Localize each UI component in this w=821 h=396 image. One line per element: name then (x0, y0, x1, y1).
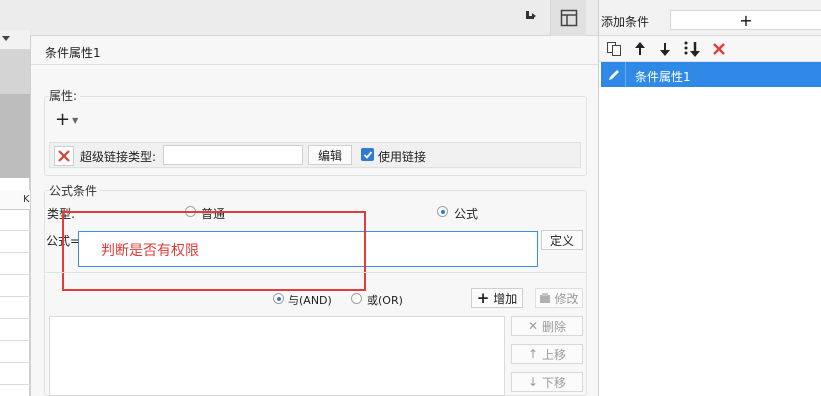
use-link-label: 使用链接 (378, 150, 427, 164)
condition-property-dialog: 条件属性1 属性: + ▼ 超级链接类型: 编辑 使用链接 公式条件 类型: 普… (30, 36, 599, 396)
move-down-tool[interactable] (656, 40, 674, 58)
plus-icon: + (476, 289, 490, 307)
type-formula-label: 公式 (454, 207, 479, 221)
move-up-tool[interactable] (631, 40, 649, 58)
add-condition-button[interactable]: + 增加 (471, 288, 523, 308)
sort-icon (684, 41, 700, 57)
grid-line (0, 362, 30, 363)
modify-condition-label: 修改 (554, 291, 579, 306)
panel-toolbar (599, 36, 821, 62)
title-divider (31, 64, 599, 65)
define-button[interactable]: 定义 (541, 230, 583, 250)
delete-icon: ✕ (527, 319, 539, 333)
dropdown-arrow-icon[interactable] (2, 36, 10, 41)
move-down-button[interactable]: ↓ 下移 (511, 372, 583, 392)
add-condition-field[interactable]: + (670, 10, 821, 30)
delete-condition-label: 删除 (542, 319, 567, 334)
resize-grip-icon[interactable] (524, 9, 538, 23)
checkmark-icon (363, 150, 372, 159)
top-toolbar (0, 0, 598, 36)
grid-line (0, 318, 30, 319)
delete-icon (713, 43, 725, 55)
logic-or-radio[interactable] (351, 293, 362, 304)
grid-line (0, 340, 30, 341)
item-divider (625, 62, 626, 87)
plus-icon: + (55, 109, 71, 130)
grid-line (0, 230, 30, 231)
move-down-label: 下移 (542, 375, 567, 390)
layout-toggle-button[interactable] (550, 0, 586, 36)
grid-line (0, 274, 30, 275)
sheet-ruler-top (0, 50, 30, 94)
dialog-title: 条件属性1 (45, 46, 101, 60)
grid-line (0, 252, 30, 253)
highlight-annotation (62, 211, 366, 291)
attributes-label: 属性: (49, 87, 81, 104)
add-condition-label: 增加 (493, 291, 518, 306)
group-separator (44, 272, 587, 273)
delete-tool[interactable] (710, 40, 728, 58)
arrow-down-icon (660, 43, 670, 56)
use-link-checkbox[interactable] (361, 148, 374, 161)
panel-title: 添加条件 (601, 15, 650, 29)
move-up-button[interactable]: ↑ 上移 (511, 344, 583, 364)
grid-line (0, 296, 30, 297)
logic-or-label: 或(OR) (367, 294, 403, 307)
hyperlink-row: 超级链接类型: 编辑 使用链接 (49, 142, 581, 168)
condition-list-item[interactable]: 条件属性1 (601, 62, 821, 87)
remove-attribute-button[interactable] (54, 146, 74, 166)
column-header: K (0, 190, 30, 210)
arrow-up-icon: ↑ (527, 347, 539, 361)
sheet-header (0, 30, 30, 50)
conditions-panel: 添加条件 + 条件属性1 (598, 0, 821, 396)
copy-button[interactable] (605, 40, 623, 58)
grid-line (0, 384, 30, 385)
condition-item-label: 条件属性1 (635, 70, 691, 84)
conditions-list[interactable] (49, 316, 505, 396)
move-up-label: 上移 (542, 347, 567, 362)
column-header-label: K (23, 194, 30, 205)
add-attribute-button[interactable]: + ▼ (55, 110, 85, 130)
hyperlink-type-label: 超级链接类型: (80, 150, 157, 164)
edit-button[interactable]: 编辑 (308, 145, 352, 165)
logic-and-label: 与(AND) (288, 294, 332, 307)
chevron-down-icon: ▼ (72, 115, 79, 125)
sort-tool[interactable] (683, 40, 701, 58)
red-x-icon (58, 150, 70, 162)
logic-and-radio[interactable] (273, 293, 284, 304)
formula-condition-label: 公式条件 (49, 182, 101, 199)
type-formula-radio[interactable] (437, 206, 448, 217)
arrow-down-icon: ↓ (527, 375, 539, 389)
copy-icon (607, 42, 621, 56)
layout-grid-icon (560, 9, 577, 27)
modify-condition-button[interactable]: 修改 (535, 288, 583, 308)
delete-condition-button[interactable]: ✕ 删除 (511, 316, 583, 336)
hyperlink-type-field[interactable] (163, 145, 303, 165)
background-sheet: K (0, 30, 30, 396)
modify-icon (540, 293, 551, 303)
arrow-up-icon (635, 42, 645, 55)
pencil-icon[interactable] (605, 66, 623, 83)
panel-header: 添加条件 + (599, 0, 821, 36)
